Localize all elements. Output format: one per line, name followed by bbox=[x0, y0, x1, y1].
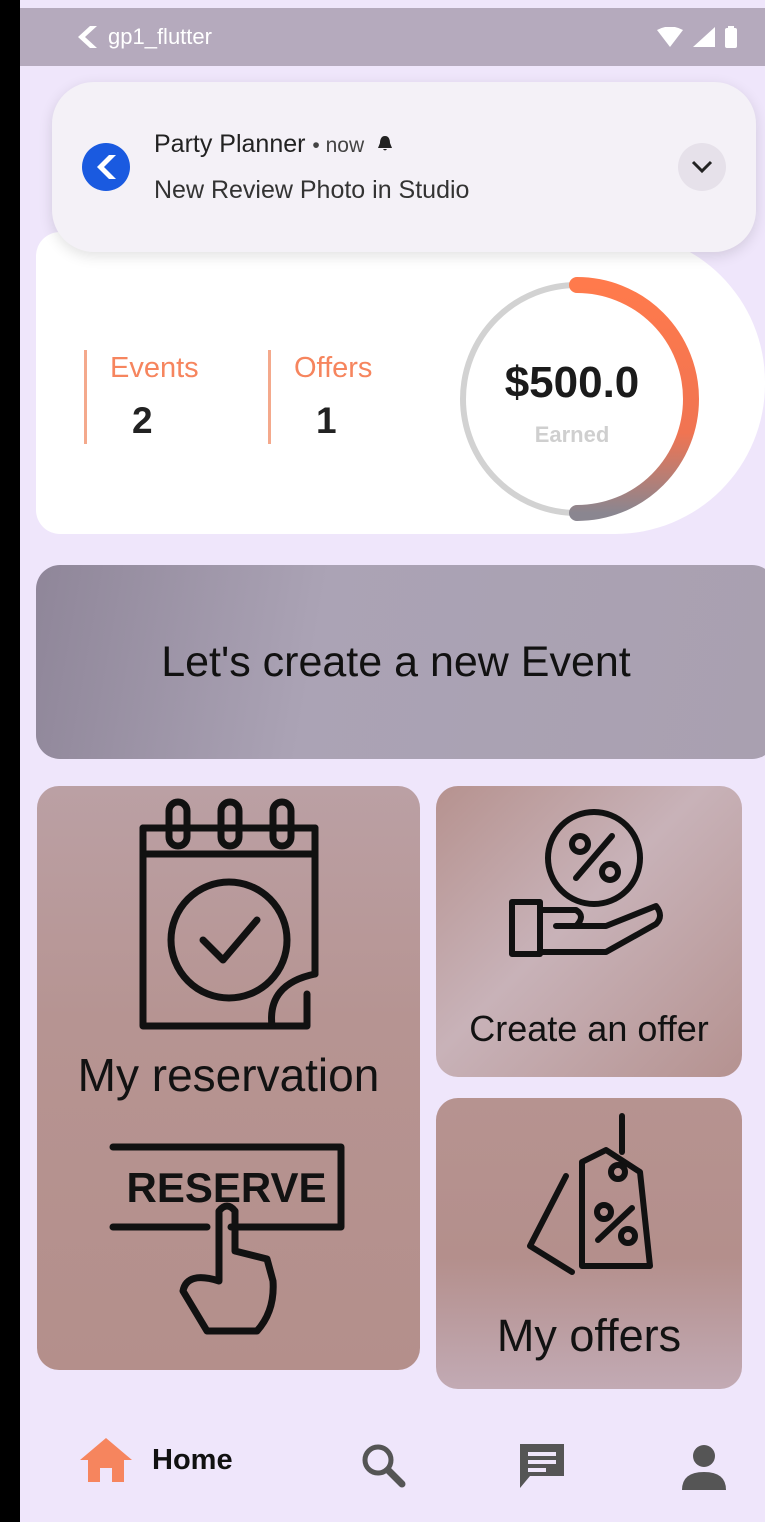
wifi-icon bbox=[657, 27, 683, 47]
offers-value: 1 bbox=[316, 400, 337, 441]
my-reservation-label: My reservation bbox=[77, 1049, 380, 1101]
price-tag-icon bbox=[527, 1113, 653, 1275]
status-app: gp1_flutter bbox=[78, 24, 212, 50]
create-event-banner[interactable]: Let's create a new Event bbox=[36, 565, 765, 759]
my-offers-label: My offers bbox=[496, 1310, 682, 1361]
calendar-check-icon bbox=[139, 798, 319, 1030]
flutter-icon bbox=[78, 26, 97, 48]
my-offers-tile[interactable]: My offers bbox=[436, 1098, 742, 1389]
flutter-icon bbox=[97, 155, 116, 179]
earned-amount: $500.0 bbox=[504, 358, 640, 407]
notification-message: New Review Photo in Studio bbox=[154, 176, 470, 204]
offers-divider bbox=[268, 350, 271, 444]
events-divider bbox=[84, 350, 87, 444]
person-icon[interactable] bbox=[682, 1444, 726, 1490]
notification-app-icon bbox=[82, 143, 130, 191]
percent-hand-icon bbox=[509, 809, 663, 957]
create-offer-tile[interactable]: Create an offer bbox=[436, 786, 742, 1077]
events-label: Events bbox=[110, 352, 199, 384]
offers-label: Offers bbox=[294, 352, 373, 384]
notification-time: • now bbox=[312, 134, 365, 157]
status-app-name: gp1_flutter bbox=[108, 24, 212, 49]
create-offer-label: Create an offer bbox=[469, 1008, 709, 1049]
nav-home-label: Home bbox=[152, 1443, 233, 1476]
create-event-label: Let's create a new Event bbox=[161, 637, 631, 686]
signal-icon bbox=[693, 27, 715, 47]
notification-expand-button[interactable] bbox=[678, 143, 726, 191]
reserve-text: RESERVE bbox=[126, 1164, 327, 1211]
home-icon bbox=[80, 1438, 132, 1482]
battery-icon bbox=[725, 26, 737, 48]
search-icon[interactable] bbox=[360, 1442, 406, 1488]
nav-home[interactable]: Home bbox=[80, 1438, 233, 1482]
notification-card[interactable] bbox=[52, 82, 756, 252]
bell-icon bbox=[378, 136, 393, 151]
status-icons bbox=[657, 26, 737, 48]
events-value: 2 bbox=[132, 400, 153, 441]
status-bar: gp1_flutter bbox=[20, 8, 765, 66]
notification-title: Party Planner • now bbox=[154, 130, 395, 159]
earned-label: Earned bbox=[534, 422, 610, 447]
chat-icon[interactable] bbox=[516, 1440, 568, 1492]
bottom-navigation: Home bbox=[20, 1420, 765, 1520]
screen-edge bbox=[0, 0, 20, 1522]
chevron-down-icon bbox=[691, 160, 713, 174]
my-reservation-tile[interactable]: My reservation RESERVE bbox=[37, 786, 420, 1370]
notification-app-name: Party Planner bbox=[154, 130, 306, 158]
